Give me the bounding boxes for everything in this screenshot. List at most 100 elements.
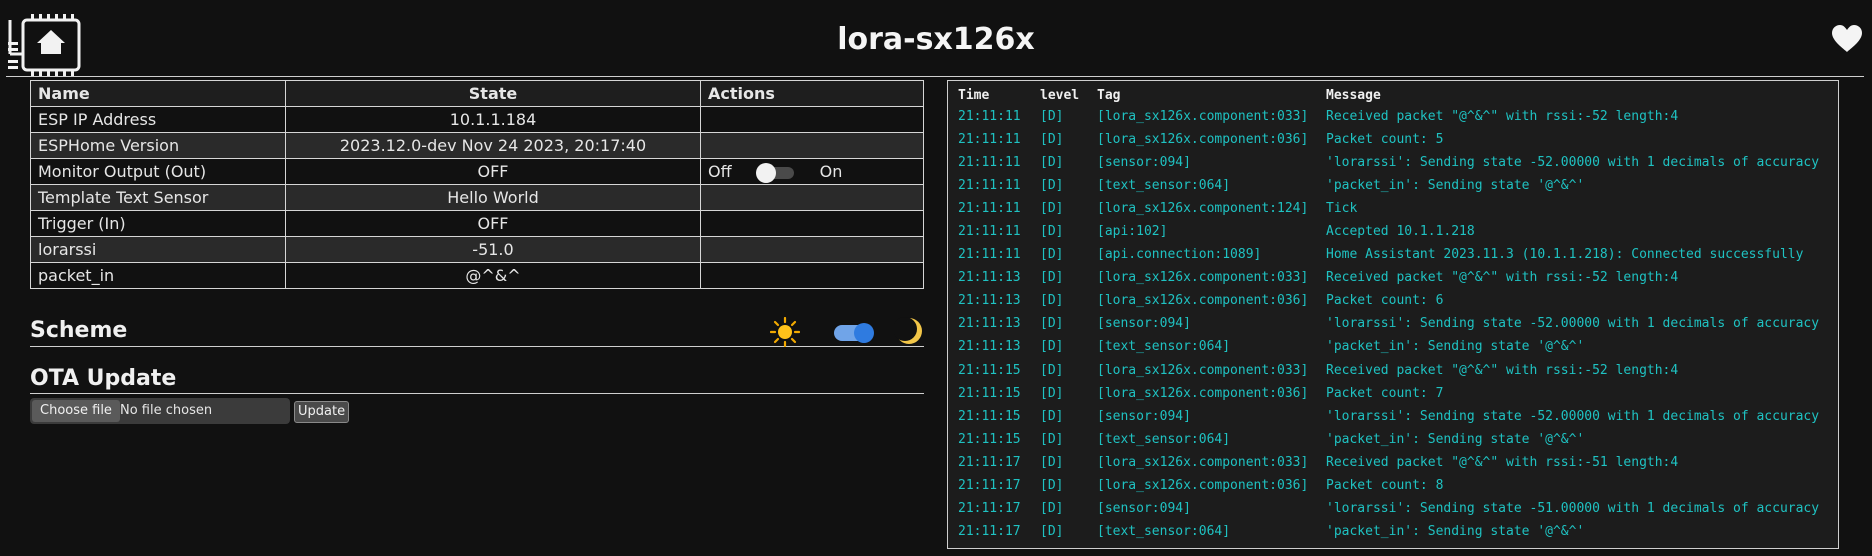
log-table: Time level Tag Message 21:11:11 [D] [lora_…	[958, 85, 1819, 543]
log-message: Accepted 10.1.1.218	[1326, 224, 1475, 240]
log-level: [D]	[1040, 247, 1064, 263]
log-panel[interactable]: Time level Tag Message 21:11:11 [D] [lora_…	[947, 80, 1839, 549]
log-message: 'packet_in': Sending state '@^&^'	[1326, 431, 1585, 447]
log-tag: [lora_sx126x.component:033]	[1097, 362, 1309, 378]
log-level: [D]	[1040, 224, 1064, 240]
log-tag: [lora_sx126x.component:036]	[1097, 477, 1309, 493]
entity-name: lorarssi	[30, 236, 286, 263]
log-entry: 21:11:15 [D] [lora_sx126x.component:036] Pa…	[958, 382, 1819, 405]
entity-actions	[700, 106, 924, 133]
log-level: [D]	[1040, 477, 1064, 493]
log-entry: 21:11:11 [D] [text_sensor:064] 'packet_in':…	[958, 174, 1819, 197]
table-row: packet_in @^&^	[30, 262, 924, 289]
choose-file-button[interactable]: Choose file	[32, 400, 120, 422]
log-entry: 21:11:17 [D] [sensor:094] 'lorarssi': Sendi…	[958, 497, 1819, 520]
log-time: 21:11:15	[958, 362, 1021, 378]
log-level: [D]	[1040, 500, 1064, 516]
log-time: 21:11:17	[958, 523, 1021, 539]
entity-name: Trigger (In)	[30, 210, 286, 237]
entity-state: OFF	[285, 210, 701, 237]
log-time: 21:11:17	[958, 454, 1021, 470]
page-title: lora-sx126x	[837, 22, 1035, 57]
log-time: 21:11:13	[958, 270, 1021, 286]
log-tag: [lora_sx126x.component:036]	[1097, 132, 1309, 148]
log-entry: 21:11:17 [D] [lora_sx126x.component:033] Re…	[958, 451, 1819, 474]
log-tag: [lora_sx126x.component:033]	[1097, 454, 1309, 470]
monitor-output-toggle[interactable]	[755, 162, 794, 183]
log-level: [D]	[1040, 408, 1064, 424]
log-time: 21:11:11	[958, 178, 1021, 194]
dark-mode-toggle[interactable]	[834, 323, 874, 343]
heart-icon[interactable]	[1830, 24, 1864, 54]
log-tag: [lora_sx126x.component:036]	[1097, 293, 1309, 309]
switch-on-label[interactable]: On	[820, 162, 843, 181]
switch-off-label[interactable]: Off	[708, 162, 732, 181]
log-message: 'packet_in': Sending state '@^&^'	[1326, 523, 1585, 539]
log-tag: [text_sensor:064]	[1097, 339, 1231, 355]
log-tag: [text_sensor:064]	[1097, 178, 1231, 194]
log-entry: 21:11:11 [D] [api.connection:1089] Home Ass…	[958, 243, 1819, 266]
log-tag: [text_sensor:064]	[1097, 523, 1231, 539]
log-level: [D]	[1040, 316, 1064, 332]
entity-actions	[700, 236, 924, 263]
entity-name: packet_in	[30, 262, 286, 289]
log-tag: [text_sensor:064]	[1097, 431, 1231, 447]
log-entry: 21:11:15 [D] [sensor:094] 'lorarssi': Sendi…	[958, 405, 1819, 428]
table-row: Template Text Sensor Hello World	[30, 184, 924, 211]
log-message: Packet count: 6	[1326, 293, 1444, 309]
entity-state: 10.1.1.184	[285, 106, 701, 133]
log-level: [D]	[1040, 270, 1064, 286]
entity-state: 2023.12.0-dev Nov 24 2023, 20:17:40	[285, 132, 701, 159]
log-message: 'packet_in': Sending state '@^&^'	[1326, 339, 1585, 355]
log-entry: 21:11:17 [D] [text_sensor:064] 'packet_in':…	[958, 520, 1819, 543]
log-message: Tick	[1326, 201, 1358, 217]
log-entry: 21:11:13 [D] [lora_sx126x.component:033] Re…	[958, 266, 1819, 289]
column-header-name: Name	[30, 80, 286, 107]
column-header-state: State	[285, 80, 701, 107]
log-time: 21:11:15	[958, 431, 1021, 447]
log-level: [D]	[1040, 339, 1064, 355]
log-time: 21:11:11	[958, 201, 1021, 217]
entity-actions: Off On	[700, 158, 924, 185]
log-time: 21:11:11	[958, 155, 1021, 171]
log-tag: [sensor:094]	[1097, 408, 1191, 424]
entity-table: Name State Actions ESP IP Address 10.1.1…	[30, 80, 924, 289]
update-button[interactable]: Update	[294, 401, 350, 423]
table-row: lorarssi -51.0	[30, 236, 924, 263]
log-message: Packet count: 8	[1326, 477, 1444, 493]
log-message: Packet count: 7	[1326, 385, 1444, 401]
log-message: 'packet_in': Sending state '@^&^'	[1326, 178, 1585, 194]
log-time: 21:11:11	[958, 247, 1021, 263]
log-time: 21:11:13	[958, 316, 1021, 332]
page-header: lora-sx126x	[0, 0, 1872, 80]
log-entry: 21:11:15 [D] [lora_sx126x.component:033] Re…	[958, 359, 1819, 382]
column-header-actions: Actions	[700, 80, 924, 107]
log-tag: [lora_sx126x.component:033]	[1097, 109, 1309, 125]
log-entry: 21:11:13 [D] [text_sensor:064] 'packet_in':…	[958, 335, 1819, 358]
log-column-time: Time	[958, 87, 990, 103]
log-level: [D]	[1040, 431, 1064, 447]
log-entry: 21:11:11 [D] [lora_sx126x.component:124] Ti…	[958, 197, 1819, 220]
log-message: Received packet "@^&^" with rssi:-51 len…	[1326, 454, 1679, 470]
entity-state: Hello World	[285, 184, 701, 211]
entity-state: OFF	[285, 158, 701, 185]
log-message: 'lorarssi': Sending state -52.00000 with…	[1326, 155, 1820, 171]
entity-state: -51.0	[285, 236, 701, 263]
log-time: 21:11:13	[958, 293, 1021, 309]
log-level: [D]	[1040, 293, 1064, 309]
log-entry: 21:11:11 [D] [sensor:094] 'lorarssi': Sendi…	[958, 151, 1819, 174]
toggle-knob	[854, 323, 874, 343]
firmware-file-input[interactable]: Choose file No file chosen	[30, 398, 290, 424]
entity-name: Template Text Sensor	[30, 184, 286, 211]
log-message: Received packet "@^&^" with rssi:-52 len…	[1326, 270, 1679, 286]
log-entry: 21:11:11 [D] [lora_sx126x.component:036] Pa…	[958, 128, 1819, 151]
log-message: 'lorarssi': Sending state -52.00000 with…	[1326, 408, 1820, 424]
log-message: 'lorarssi': Sending state -51.00000 with…	[1326, 500, 1820, 516]
log-tag: [lora_sx126x.component:036]	[1097, 385, 1309, 401]
log-level: [D]	[1040, 201, 1064, 217]
table-row: ESPHome Version 2023.12.0-dev Nov 24 202…	[30, 132, 924, 159]
log-tag: [lora_sx126x.component:033]	[1097, 270, 1309, 286]
log-message: Packet count: 5	[1326, 132, 1444, 148]
log-tag: [sensor:094]	[1097, 500, 1191, 516]
table-header-row: Name State Actions	[30, 80, 924, 107]
